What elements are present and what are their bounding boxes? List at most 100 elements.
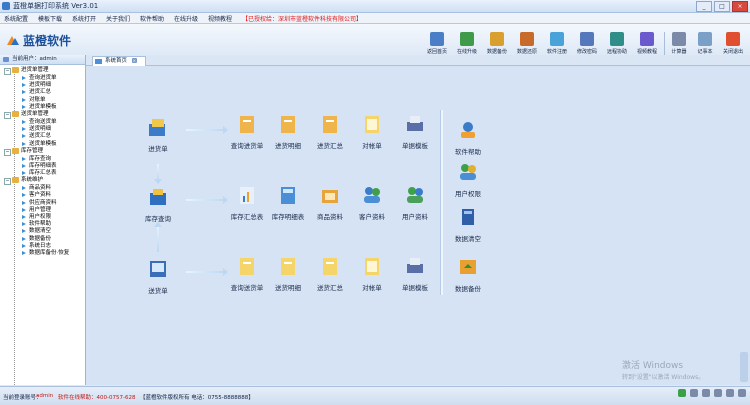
exit-button[interactable]: 关闭退出 <box>722 32 744 55</box>
user-permission-button[interactable]: 用户权限 <box>443 161 493 198</box>
menu-system-open[interactable]: 系统打开 <box>72 14 96 23</box>
calculator-button[interactable]: 计算器 <box>668 32 690 55</box>
inventory-query-button[interactable]: 库存查询 <box>133 186 183 223</box>
remote-assist-button[interactable]: 远程协助 <box>606 32 628 55</box>
keyboard-icon[interactable] <box>714 389 722 397</box>
arrow-icon <box>22 215 26 219</box>
collapse-icon[interactable]: − <box>4 178 11 186</box>
tree-item[interactable]: 送货汇总 <box>2 133 84 140</box>
collapse-icon[interactable]: − <box>4 68 11 75</box>
collapse-icon[interactable]: − <box>4 111 11 119</box>
document-icon <box>240 116 254 133</box>
maximize-button[interactable]: □ <box>714 1 730 12</box>
tree-item[interactable]: 进货单模板 <box>2 104 84 111</box>
tab-home[interactable]: 系统首页 × <box>92 56 146 66</box>
package-icon <box>150 189 166 205</box>
tree-item[interactable]: 送货单模板 <box>2 141 84 148</box>
home-tab-icon <box>95 59 102 64</box>
tree-group-inventory[interactable]: − 库存管理 <box>2 147 84 156</box>
arrow-icon <box>22 171 26 176</box>
title-bar: 蓝橙单据打印系统 Ver3.01 _ □ × <box>0 0 750 13</box>
remote-icon <box>610 32 624 46</box>
tree-item[interactable]: 数据备份 <box>2 236 84 243</box>
menu-about[interactable]: 关于我们 <box>106 14 130 23</box>
backup-button[interactable]: 数据备份 <box>486 32 508 55</box>
tree-item[interactable]: 客户资料 <box>2 192 84 199</box>
nav-tree: − 进货单管理 查询进货单 进货明细 进货汇总 对账单 进货单模板 − 送货单管… <box>2 67 84 389</box>
flow-arrow <box>154 164 162 184</box>
purchase-template-button[interactable]: 单据模板 <box>390 113 440 150</box>
arrow-icon <box>22 134 26 139</box>
status-company: 【蓝橙软件版权所有 电话：0755-8888888】 <box>140 395 254 401</box>
user-icon <box>3 57 9 62</box>
tree-group-purchase[interactable]: − 进货单管理 <box>2 67 84 75</box>
tree-item[interactable]: 库存明细表 <box>2 163 84 170</box>
tree-group-delivery[interactable]: − 送货单管理 <box>2 110 84 119</box>
arrow-icon <box>22 163 26 168</box>
user-permission-icon <box>460 164 476 180</box>
users-icon <box>407 187 423 203</box>
menu-help[interactable]: 软件帮助 <box>140 14 164 23</box>
home-button[interactable]: 返回首页 <box>426 32 448 55</box>
tree-item[interactable]: 库存查询 <box>2 156 84 163</box>
tree-item[interactable]: 库存汇总表 <box>2 170 84 177</box>
delivery-order-button[interactable]: 送货单 <box>133 258 183 295</box>
tree-item[interactable]: 数据库备份·恢复 <box>2 250 84 257</box>
clear-data-button[interactable]: 数据清空 <box>443 206 493 243</box>
arrow-icon <box>22 193 26 198</box>
data-backup-button[interactable]: 数据备份 <box>443 256 493 293</box>
window-controls: _ □ × <box>696 1 748 12</box>
notepad-icon <box>698 32 712 46</box>
upgrade-button[interactable]: 在线升级 <box>456 32 478 55</box>
tree-item[interactable]: 用户管理 <box>2 207 84 214</box>
folder-icon <box>12 110 19 117</box>
password-button[interactable]: 修改密码 <box>576 32 598 55</box>
input-method-icon[interactable] <box>678 389 686 397</box>
collapse-icon[interactable]: − <box>4 148 11 156</box>
video-button[interactable]: 视频教程 <box>636 32 658 55</box>
arrow-icon <box>22 104 26 109</box>
gear-icon[interactable] <box>738 389 746 397</box>
menu-online-upgrade[interactable]: 在线升级 <box>174 14 198 23</box>
arrow-icon <box>22 127 26 132</box>
flow-arrow <box>186 268 228 276</box>
notepad-button[interactable]: 记事本 <box>694 32 716 55</box>
home-icon <box>430 32 444 46</box>
settings-icon[interactable] <box>726 389 734 397</box>
tree-item[interactable]: 进货汇总 <box>2 89 84 96</box>
menu-video-tutorial[interactable]: 视频教程 <box>208 14 232 23</box>
minimize-button[interactable]: _ <box>696 1 712 12</box>
side-scroll-handle[interactable] <box>740 352 748 382</box>
activation-watermark: 激活 Windows 转到"设置"以激活 Windows。 <box>622 361 705 381</box>
arrow-icon <box>22 97 26 102</box>
ledger-icon <box>365 116 379 133</box>
menu-template-download[interactable]: 模板下载 <box>38 14 62 23</box>
tree-item[interactable]: 数据清空 <box>2 228 84 235</box>
user-info-button[interactable]: 用户资料 <box>390 184 440 221</box>
printer-icon <box>407 258 423 273</box>
brand-name: 蓝橙软件 <box>23 34 72 48</box>
close-button[interactable]: × <box>732 1 748 12</box>
close-icon[interactable]: × <box>131 58 137 63</box>
tree-item[interactable]: 供应商资料 <box>2 200 84 207</box>
arrow-icon <box>22 207 26 212</box>
register-button[interactable]: 软件注册 <box>546 32 568 55</box>
delivery-template-button[interactable]: 单据模板 <box>390 255 440 292</box>
arrow-icon <box>22 243 26 248</box>
purchase-order-button[interactable]: 进货单 <box>133 116 183 153</box>
status-bar: 当前登录账号： admin 软件在线帮助：400-0757-628 【蓝橙软件版… <box>0 386 750 405</box>
arrow-icon <box>22 156 26 161</box>
calculator-icon <box>281 187 295 204</box>
database-icon <box>462 209 474 225</box>
restore-button[interactable]: 数据还原 <box>516 32 538 55</box>
tree-item[interactable]: 系统日志 <box>2 243 84 250</box>
arrow-icon <box>22 76 26 80</box>
document-icon <box>281 116 295 133</box>
logo-icon <box>7 35 19 45</box>
menu-system-config[interactable]: 系统配置 <box>4 14 28 23</box>
sidebar-header: 当前用户：admin <box>0 55 85 65</box>
microphone-icon[interactable] <box>702 389 710 397</box>
moon-icon[interactable] <box>690 389 698 397</box>
software-help-button[interactable]: 软件帮助 <box>443 119 493 156</box>
tree-item[interactable]: 对账单 <box>2 97 84 104</box>
